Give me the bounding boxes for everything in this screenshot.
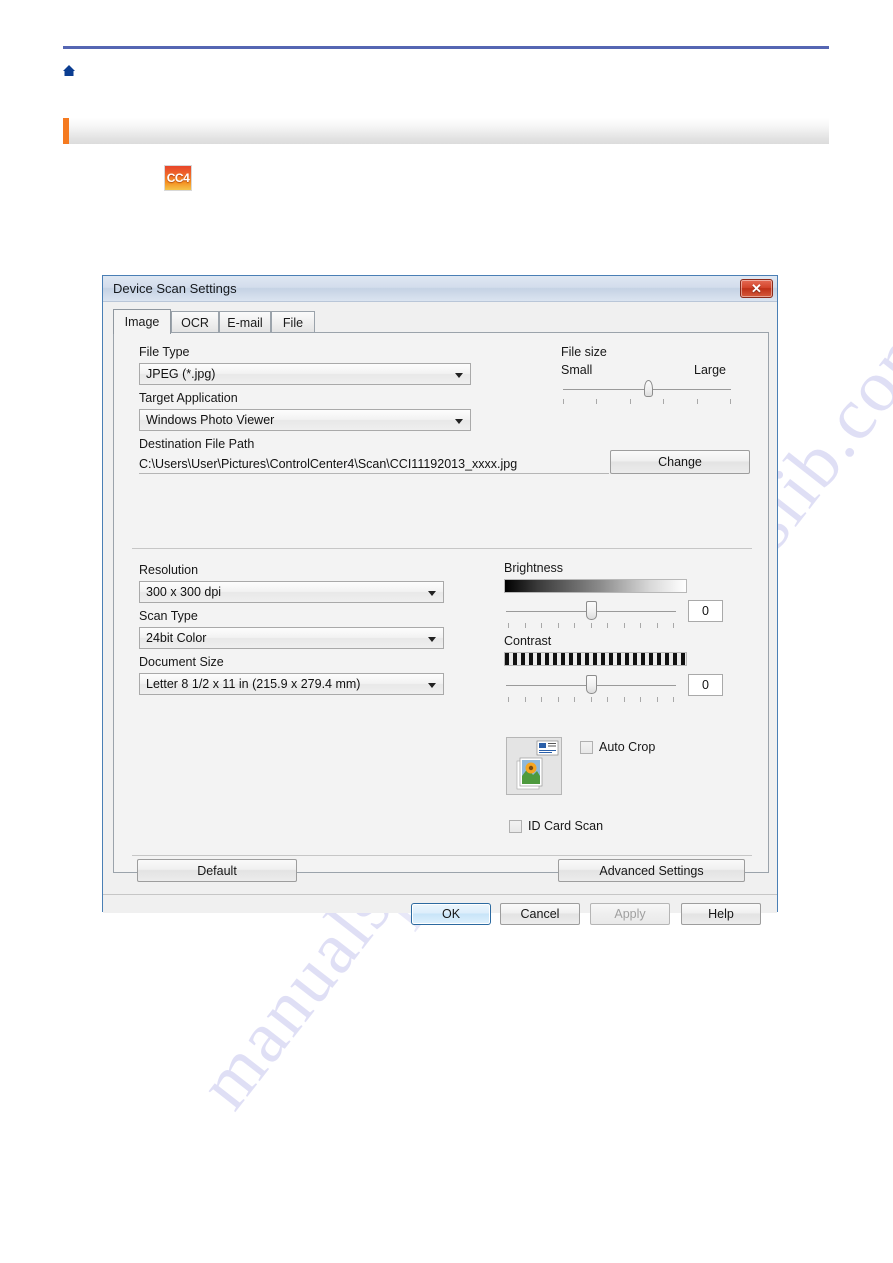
contrast-slider-ticks [508,697,674,702]
file-type-value: JPEG (*.jpg) [146,367,216,381]
resolution-label: Resolution [139,563,199,577]
section-separator-top [132,548,752,549]
id-card-scan-checkbox[interactable] [509,820,522,833]
tab-ocr-label: OCR [181,315,209,330]
contrast-slider-thumb[interactable] [586,675,597,694]
target-application-value: Windows Photo Viewer [146,413,275,427]
file-type-select[interactable]: JPEG (*.jpg) [139,363,471,385]
document-size-label: Document Size [139,655,224,669]
brightness-gradient-bar [504,579,687,593]
chevron-down-icon [428,591,436,596]
default-button[interactable]: Default [137,859,297,882]
section-heading-bar [63,118,829,144]
controlcenter4-icon[interactable]: CC4 [164,165,192,191]
file-size-slider-thumb[interactable] [644,380,653,397]
contrast-value: 0 [702,678,709,692]
contrast-value-input[interactable]: 0 [688,674,723,696]
apply-button: Apply [590,903,670,925]
controlcenter4-icon-label: CC4 [166,171,190,185]
file-type-label: File Type [139,345,190,359]
advanced-settings-button-label: Advanced Settings [599,863,704,878]
auto-crop-checkbox[interactable] [580,741,593,754]
tab-image[interactable]: Image [113,309,171,334]
cancel-button-label: Cancel [520,907,560,921]
dialog-titlebar: Device Scan Settings ✕ [103,276,777,302]
advanced-settings-button[interactable]: Advanced Settings [558,859,745,882]
close-icon-glyph: ✕ [751,281,762,296]
brightness-value-input[interactable]: 0 [688,600,723,622]
destination-file-path-label: Destination File Path [139,437,255,451]
close-icon[interactable]: ✕ [740,279,773,298]
help-button-label: Help [708,907,734,921]
target-application-label: Target Application [139,391,238,405]
scan-type-label: Scan Type [139,609,198,623]
help-button[interactable]: Help [681,903,761,925]
file-size-min-label: Small [561,363,593,377]
change-button-label: Change [658,455,702,469]
chevron-down-icon [455,419,463,424]
document-size-select[interactable]: Letter 8 1/2 x 11 in (215.9 x 279.4 mm) [139,673,444,695]
brightness-value: 0 [702,604,709,618]
apply-button-label: Apply [614,907,646,921]
chevron-down-icon [428,637,436,642]
tab-file[interactable]: File [271,311,315,333]
brightness-label: Brightness [504,561,564,575]
home-icon[interactable] [62,64,76,78]
scan-type-select[interactable]: 24bit Color [139,627,444,649]
file-size-label: File size [561,345,607,359]
contrast-label: Contrast [504,634,552,648]
ok-button[interactable]: OK [411,903,491,925]
auto-crop-label: Auto Crop [599,740,656,754]
tab-ocr[interactable]: OCR [171,311,219,333]
dialog-body: Image OCR E-mail File File Type JPEG (*.… [103,302,777,925]
ok-button-label: OK [441,907,461,921]
file-size-max-label: Large [694,363,726,377]
brightness-slider-thumb[interactable] [586,601,597,620]
tab-email[interactable]: E-mail [219,311,271,333]
brightness-slider-ticks [508,623,674,628]
target-application-select[interactable]: Windows Photo Viewer [139,409,471,431]
tab-image-label: Image [124,315,160,329]
section-separator-bottom [132,855,752,856]
file-size-slider-ticks [563,399,731,404]
tab-file-label: File [282,315,304,330]
scan-type-value: 24bit Color [146,631,207,645]
device-scan-settings-dialog: Device Scan Settings ✕ Image OCR E-mail … [102,275,778,925]
resolution-select[interactable]: 300 x 300 dpi [139,581,444,603]
default-button-label: Default [197,863,237,878]
chevron-down-icon [455,373,463,378]
change-button[interactable]: Change [610,450,750,474]
section-heading-marker [63,118,69,144]
destination-file-path-input[interactable]: C:\Users\User\Pictures\ControlCenter4\Sc… [139,457,609,474]
chevron-down-icon [428,683,436,688]
header-rule [63,46,829,49]
tab-email-label: E-mail [227,315,263,330]
contrast-pattern-bar [504,652,687,666]
footer-separator [103,894,777,895]
cancel-button[interactable]: Cancel [500,903,580,925]
image-tab-panel: File Type JPEG (*.jpg) Target Applicatio… [113,332,769,873]
document-size-value: Letter 8 1/2 x 11 in (215.9 x 279.4 mm) [146,677,361,691]
id-card-scan-label: ID Card Scan [528,819,604,833]
resolution-value: 300 x 300 dpi [146,585,222,599]
scan-preview-thumbnail [506,737,562,795]
page-root: CC4 Device Scan Settings ✕ Image OCR E-m… [0,0,893,1263]
dialog-title: Device Scan Settings [113,281,237,296]
